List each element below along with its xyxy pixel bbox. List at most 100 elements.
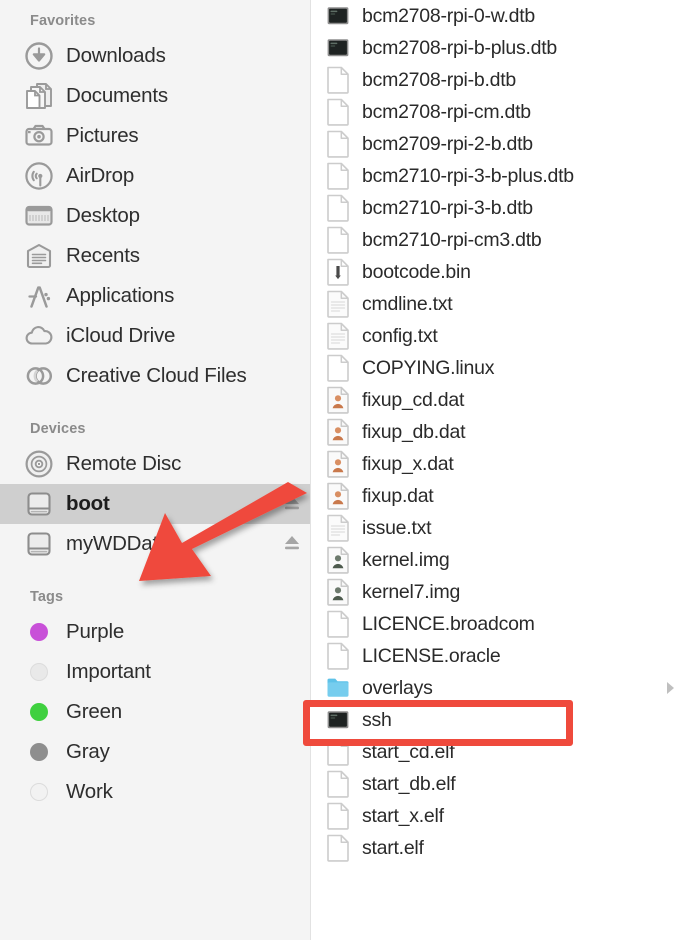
blank-document-icon bbox=[325, 770, 351, 798]
file-row-fixup-dat[interactable]: fixup.dat bbox=[311, 480, 685, 512]
sidebar-item-label: boot bbox=[66, 492, 110, 515]
applications-icon bbox=[24, 281, 54, 311]
sidebar-item-green[interactable]: Green bbox=[0, 692, 311, 732]
folder-icon bbox=[325, 674, 351, 702]
sidebar-item-airdrop[interactable]: AirDrop bbox=[0, 156, 311, 196]
sidebar-item-label: Gray bbox=[66, 740, 110, 763]
eject-icon[interactable] bbox=[283, 533, 301, 555]
unix-executable-icon bbox=[325, 2, 351, 30]
file-row-bootcode-bin[interactable]: bootcode.bin bbox=[311, 256, 685, 288]
data-document-icon bbox=[325, 450, 351, 478]
file-row-issue-txt[interactable]: issue.txt bbox=[311, 512, 685, 544]
file-name-label: bootcode.bin bbox=[362, 260, 471, 283]
file-name-label: ssh bbox=[362, 708, 392, 731]
file-row-ssh[interactable]: ssh bbox=[311, 704, 685, 736]
sidebar-item-pictures[interactable]: Pictures bbox=[0, 116, 311, 156]
file-name-label: LICENCE.broadcom bbox=[362, 612, 535, 635]
file-row-start-x-elf[interactable]: start_x.elf bbox=[311, 800, 685, 832]
file-row-fixup-cd-dat[interactable]: fixup_cd.dat bbox=[311, 384, 685, 416]
file-name-label: bcm2708-rpi-b.dtb bbox=[362, 68, 516, 91]
sidebar-item-desktop[interactable]: Desktop bbox=[0, 196, 311, 236]
file-row-fixup-db-dat[interactable]: fixup_db.dat bbox=[311, 416, 685, 448]
file-name-label: bcm2708-rpi-0-w.dtb bbox=[362, 4, 535, 27]
file-name-label: bcm2709-rpi-2-b.dtb bbox=[362, 132, 533, 155]
sidebar-item-downloads[interactable]: Downloads bbox=[0, 36, 311, 76]
sidebar-item-mywddata[interactable]: myWDData bbox=[0, 524, 311, 564]
file-row-start-elf[interactable]: start.elf bbox=[311, 832, 685, 864]
file-name-label: start_cd.elf bbox=[362, 740, 455, 763]
file-row-copying-linux[interactable]: COPYING.linux bbox=[311, 352, 685, 384]
file-name-label: config.txt bbox=[362, 324, 438, 347]
file-row-licence-broadcom[interactable]: LICENCE.broadcom bbox=[311, 608, 685, 640]
sidebar-item-boot[interactable]: boot bbox=[0, 484, 311, 524]
file-row-overlays[interactable]: overlays bbox=[311, 672, 685, 704]
file-row-bcm2708-rpi-b-dtb[interactable]: bcm2708-rpi-b.dtb bbox=[311, 64, 685, 96]
file-name-label: overlays bbox=[362, 676, 433, 699]
blank-document-icon bbox=[325, 834, 351, 862]
eject-icon[interactable] bbox=[283, 493, 301, 515]
file-name-label: fixup_cd.dat bbox=[362, 388, 465, 411]
file-row-start-db-elf[interactable]: start_db.elf bbox=[311, 768, 685, 800]
file-row-bcm2708-rpi-b-plus-dtb[interactable]: bcm2708-rpi-b-plus.dtb bbox=[311, 32, 685, 64]
file-name-label: cmdline.txt bbox=[362, 292, 453, 315]
file-row-bcm2710-rpi-3-b-plus-dtb[interactable]: bcm2710-rpi-3-b-plus.dtb bbox=[311, 160, 685, 192]
icloud-drive-icon bbox=[24, 321, 54, 351]
sidebar-item-purple[interactable]: Purple bbox=[0, 612, 311, 652]
sidebar-item-important[interactable]: Important bbox=[0, 652, 311, 692]
unix-executable-icon bbox=[325, 34, 351, 62]
file-name-label: fixup.dat bbox=[362, 484, 434, 507]
tag-dot-icon bbox=[24, 777, 54, 807]
blank-document-icon bbox=[325, 194, 351, 222]
tag-dot-icon bbox=[24, 657, 54, 687]
sidebar-item-documents[interactable]: Documents bbox=[0, 76, 311, 116]
sidebar-item-label: Recents bbox=[66, 244, 140, 267]
text-document-icon bbox=[325, 322, 351, 350]
file-row-bcm2710-rpi-3-b-dtb[interactable]: bcm2710-rpi-3-b.dtb bbox=[311, 192, 685, 224]
file-name-label: kernel.img bbox=[362, 548, 450, 571]
blank-document-icon bbox=[325, 802, 351, 830]
file-row-start-cd-elf[interactable]: start_cd.elf bbox=[311, 736, 685, 768]
file-name-label: bcm2708-rpi-b-plus.dtb bbox=[362, 36, 558, 59]
file-row-kernel-img[interactable]: kernel.img bbox=[311, 544, 685, 576]
file-row-license-oracle[interactable]: LICENSE.oracle bbox=[311, 640, 685, 672]
blank-document-icon bbox=[325, 66, 351, 94]
sidebar-item-label: Pictures bbox=[66, 124, 139, 147]
file-row-bcm2708-rpi-0-w-dtb[interactable]: bcm2708-rpi-0-w.dtb bbox=[311, 0, 685, 32]
file-row-cmdline-txt[interactable]: cmdline.txt bbox=[311, 288, 685, 320]
file-name-label: fixup_db.dat bbox=[362, 420, 466, 443]
file-name-label: fixup_x.dat bbox=[362, 452, 454, 475]
sidebar-item-recents[interactable]: Recents bbox=[0, 236, 311, 276]
data-document-icon bbox=[325, 418, 351, 446]
sidebar-item-applications[interactable]: Applications bbox=[0, 276, 311, 316]
file-row-bcm2708-rpi-cm-dtb[interactable]: bcm2708-rpi-cm.dtb bbox=[311, 96, 685, 128]
tag-dot-icon bbox=[24, 697, 54, 727]
sidebar-header-devices: Devices bbox=[30, 421, 86, 437]
binary-document-icon bbox=[325, 258, 351, 286]
sidebar-item-label: AirDrop bbox=[66, 164, 135, 187]
file-name-label: bcm2710-rpi-cm3.dtb bbox=[362, 228, 542, 251]
sidebar-item-gray[interactable]: Gray bbox=[0, 732, 311, 772]
file-row-fixup-x-dat[interactable]: fixup_x.dat bbox=[311, 448, 685, 480]
blank-document-icon bbox=[325, 130, 351, 158]
sidebar-item-label: myWDData bbox=[66, 532, 170, 555]
file-row-config-txt[interactable]: config.txt bbox=[311, 320, 685, 352]
chevron-right-icon[interactable] bbox=[663, 681, 677, 695]
file-row-kernel7-img[interactable]: kernel7.img bbox=[311, 576, 685, 608]
unix-executable-icon bbox=[325, 706, 351, 734]
blank-document-icon bbox=[325, 162, 351, 190]
sidebar-item-icloud-drive[interactable]: iCloud Drive bbox=[0, 316, 311, 356]
file-row-bcm2709-rpi-2-b-dtb[interactable]: bcm2709-rpi-2-b.dtb bbox=[311, 128, 685, 160]
file-name-label: bcm2708-rpi-cm.dtb bbox=[362, 100, 531, 123]
sidebar-item-label: Important bbox=[66, 660, 151, 683]
file-name-label: start.elf bbox=[362, 836, 424, 859]
sidebar-item-label: Remote Disc bbox=[66, 452, 182, 475]
sidebar-item-creative-cloud-files[interactable]: Creative Cloud Files bbox=[0, 356, 311, 396]
file-list[interactable]: bcm2708-rpi-0-w.dtb bcm2708-rpi-b-plus.dt… bbox=[311, 0, 685, 940]
file-name-label: COPYING.linux bbox=[362, 356, 495, 379]
desktop-icon bbox=[24, 201, 54, 231]
sidebar-item-work[interactable]: Work bbox=[0, 772, 311, 812]
sidebar-item-remote-disc[interactable]: Remote Disc bbox=[0, 444, 311, 484]
file-row-bcm2710-rpi-cm3-dtb[interactable]: bcm2710-rpi-cm3.dtb bbox=[311, 224, 685, 256]
